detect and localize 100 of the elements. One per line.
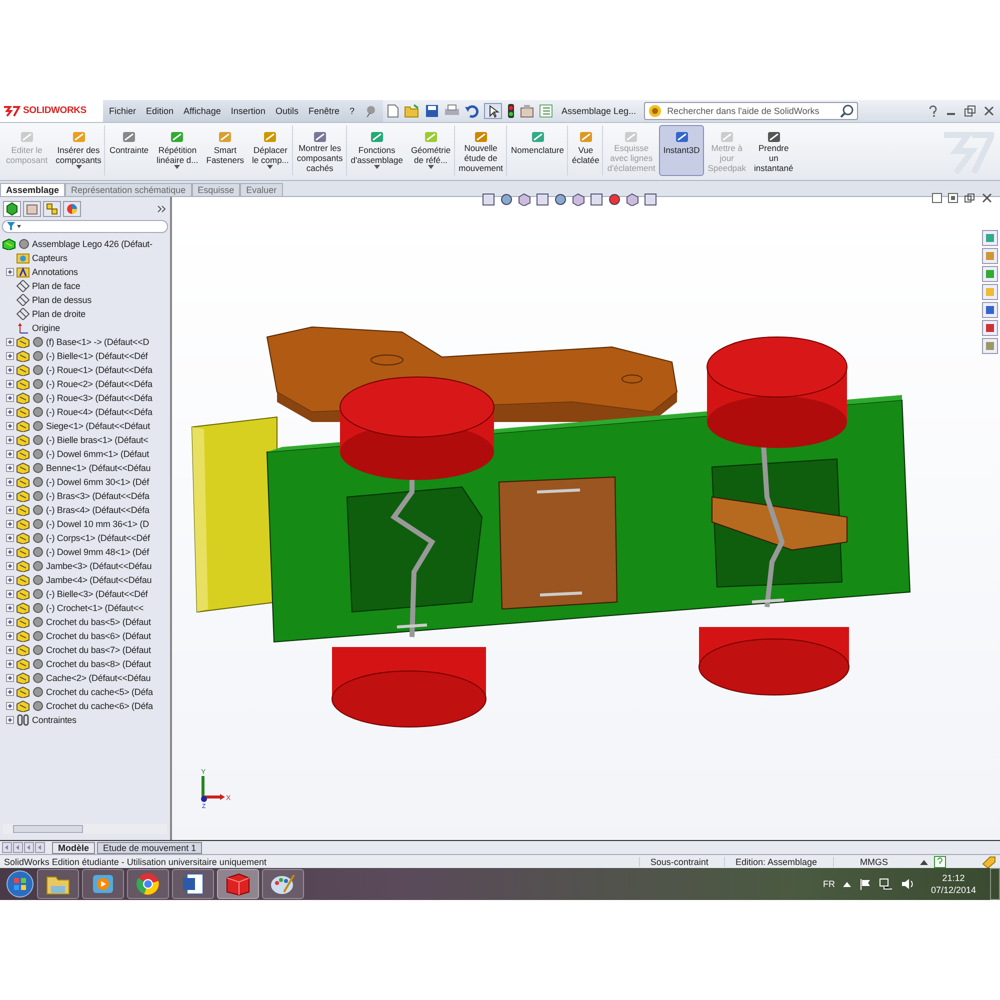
tree-item[interactable]: Crochet du cache<5> (Défa bbox=[46, 687, 153, 698]
command-button[interactable]: Déplacer le comp... bbox=[248, 124, 293, 176]
tree-item[interactable]: Jambe<4> (Défaut<<Défau bbox=[46, 575, 152, 586]
command-button[interactable]: Géométrie de réfé... bbox=[406, 124, 455, 176]
taskbar-button[interactable] bbox=[217, 869, 259, 900]
caret-icon[interactable] bbox=[267, 164, 274, 169]
caret-icon[interactable] bbox=[428, 164, 434, 169]
hide-show-icon[interactable] bbox=[590, 193, 603, 206]
expand-icon[interactable] bbox=[6, 338, 14, 346]
tree-item[interactable]: Capteurs bbox=[32, 253, 68, 264]
command-button[interactable]: Instant3D bbox=[659, 124, 704, 176]
show-desktop-button[interactable] bbox=[990, 868, 1000, 900]
expand-icon[interactable] bbox=[6, 660, 14, 668]
task-pane-tab-icon[interactable] bbox=[982, 230, 998, 246]
expand-chevron-icon[interactable] bbox=[157, 205, 167, 214]
taskbar-button[interactable] bbox=[37, 869, 79, 900]
taskbar-button[interactable] bbox=[82, 869, 124, 900]
task-pane-tab-icon[interactable] bbox=[982, 302, 998, 318]
tree-item[interactable]: Benne<1> (Défaut<<Défau bbox=[46, 463, 151, 474]
viewport-close-icon[interactable] bbox=[982, 193, 992, 204]
display-tab-icon[interactable] bbox=[63, 201, 81, 218]
taskbar-button[interactable] bbox=[262, 869, 304, 900]
clock-time[interactable]: 21:12 bbox=[942, 872, 965, 884]
tree-item[interactable]: (-) Roue<1> (Défaut<<Défa bbox=[46, 365, 152, 376]
expand-icon[interactable] bbox=[6, 534, 14, 542]
show-hidden-icon[interactable] bbox=[842, 881, 851, 888]
tree-item[interactable]: Cache<2> (Défaut<<Défau bbox=[46, 673, 151, 684]
options-icon[interactable] bbox=[520, 104, 534, 118]
expand-icon[interactable] bbox=[6, 506, 14, 514]
expand-icon[interactable] bbox=[6, 576, 14, 584]
clock-date[interactable]: 07/12/2014 bbox=[930, 884, 976, 896]
scene-icon[interactable] bbox=[626, 193, 639, 206]
tree-item[interactable]: Crochet du bas<6> (Défaut bbox=[46, 631, 151, 642]
network-icon[interactable] bbox=[878, 878, 893, 890]
command-button[interactable]: Vue éclatée bbox=[568, 124, 604, 176]
expand-icon[interactable] bbox=[6, 618, 14, 626]
expand-icon[interactable] bbox=[6, 562, 14, 570]
restore-icon[interactable] bbox=[964, 104, 976, 117]
tree-item[interactable]: Plan de face bbox=[32, 281, 80, 292]
task-pane-tab-icon[interactable] bbox=[982, 284, 998, 300]
pin-icon[interactable] bbox=[364, 104, 377, 117]
tree-item[interactable]: (-) Crochet<1> (Défaut<< bbox=[46, 603, 144, 614]
task-pane-tab-icon[interactable] bbox=[982, 320, 998, 336]
display-settings-icon[interactable] bbox=[644, 193, 657, 206]
tree-item[interactable]: (-) Bielle<3> (Défaut<<Déf bbox=[46, 589, 148, 600]
tab[interactable]: Modèle bbox=[52, 842, 96, 854]
expand-icon[interactable] bbox=[6, 436, 14, 444]
expand-icon[interactable] bbox=[6, 366, 14, 374]
undo-icon[interactable] bbox=[464, 104, 479, 118]
tree-item[interactable]: (-) Roue<3> (Défaut<<Défa bbox=[46, 393, 152, 404]
open-folder-icon[interactable] bbox=[404, 104, 420, 118]
task-pane-tab-icon[interactable] bbox=[982, 338, 998, 354]
tree-item[interactable]: (-) Dowel 6mm 30<1> (Déf bbox=[46, 477, 149, 488]
tree-item[interactable]: (-) Dowel 9mm 48<1> (Déf bbox=[46, 547, 149, 558]
feature-tree-tab-icon[interactable] bbox=[3, 201, 21, 218]
display-style-icon[interactable] bbox=[572, 193, 585, 206]
menu-item[interactable]: Affichage bbox=[184, 106, 221, 116]
taskbar-button[interactable] bbox=[127, 869, 169, 900]
tree-item[interactable]: Assemblage Lego 426 (Défaut- bbox=[32, 239, 152, 250]
search-icon[interactable] bbox=[840, 104, 854, 118]
expand-icon[interactable] bbox=[6, 422, 14, 430]
command-button[interactable]: Prendre un instantané bbox=[750, 124, 798, 176]
search-input[interactable]: Rechercher dans l'aide de SolidWorks bbox=[665, 104, 838, 117]
print-icon[interactable] bbox=[444, 104, 460, 118]
tab-scroll-icon[interactable] bbox=[13, 842, 23, 854]
menu-item[interactable]: Fenêtre bbox=[308, 106, 340, 116]
command-button[interactable]: Montrer les composants cachés bbox=[292, 124, 347, 176]
expand-icon[interactable] bbox=[6, 674, 14, 682]
tree-item[interactable]: Jambe<3> (Défaut<<Défau bbox=[46, 561, 152, 572]
tree-item[interactable]: Contraintes bbox=[32, 715, 76, 726]
viewport-split-icon[interactable] bbox=[932, 193, 942, 204]
command-button[interactable]: Insérer des composants bbox=[52, 124, 106, 176]
menu-item[interactable]: Fichier bbox=[109, 106, 136, 116]
tree-item[interactable]: (-) Roue<2> (Défaut<<Défa bbox=[46, 379, 152, 390]
previous-view-icon[interactable] bbox=[518, 193, 531, 206]
expand-icon[interactable] bbox=[6, 604, 14, 612]
tree-item[interactable]: (-) Bielle bras<1> (Défaut< bbox=[46, 435, 148, 446]
help-box-icon[interactable] bbox=[934, 856, 946, 868]
expand-icon[interactable] bbox=[6, 268, 14, 276]
tree-item[interactable]: (-) Dowel 10 mm 36<1> (D bbox=[46, 519, 149, 530]
tree-item[interactable]: Origine bbox=[32, 323, 60, 334]
speaker-icon[interactable] bbox=[900, 878, 915, 890]
menu-item[interactable]: Edition bbox=[146, 106, 174, 116]
up-arrow-icon[interactable] bbox=[920, 858, 928, 865]
help-icon[interactable] bbox=[928, 104, 938, 117]
viewport-restore-icon[interactable] bbox=[964, 193, 976, 204]
tab[interactable]: Représentation schématique bbox=[65, 183, 192, 196]
tree-item[interactable]: (-) Bielle<1> (Défaut<<Déf bbox=[46, 351, 148, 362]
expand-icon[interactable] bbox=[6, 380, 14, 388]
configuration-tab-icon[interactable] bbox=[43, 201, 61, 218]
tab[interactable]: Evaluer bbox=[240, 183, 283, 196]
tab[interactable]: Etude de mouvement 1 bbox=[97, 842, 202, 854]
tab[interactable]: Assemblage bbox=[0, 183, 66, 196]
caret-icon[interactable] bbox=[174, 164, 180, 169]
taskbar-button[interactable] bbox=[172, 869, 214, 900]
tab-scroll-icon[interactable] bbox=[24, 842, 34, 854]
expand-icon[interactable] bbox=[6, 492, 14, 500]
expand-icon[interactable] bbox=[6, 590, 14, 598]
traffic-light-icon[interactable] bbox=[506, 104, 515, 118]
command-button[interactable]: Répétition linéaire d... bbox=[152, 124, 202, 176]
